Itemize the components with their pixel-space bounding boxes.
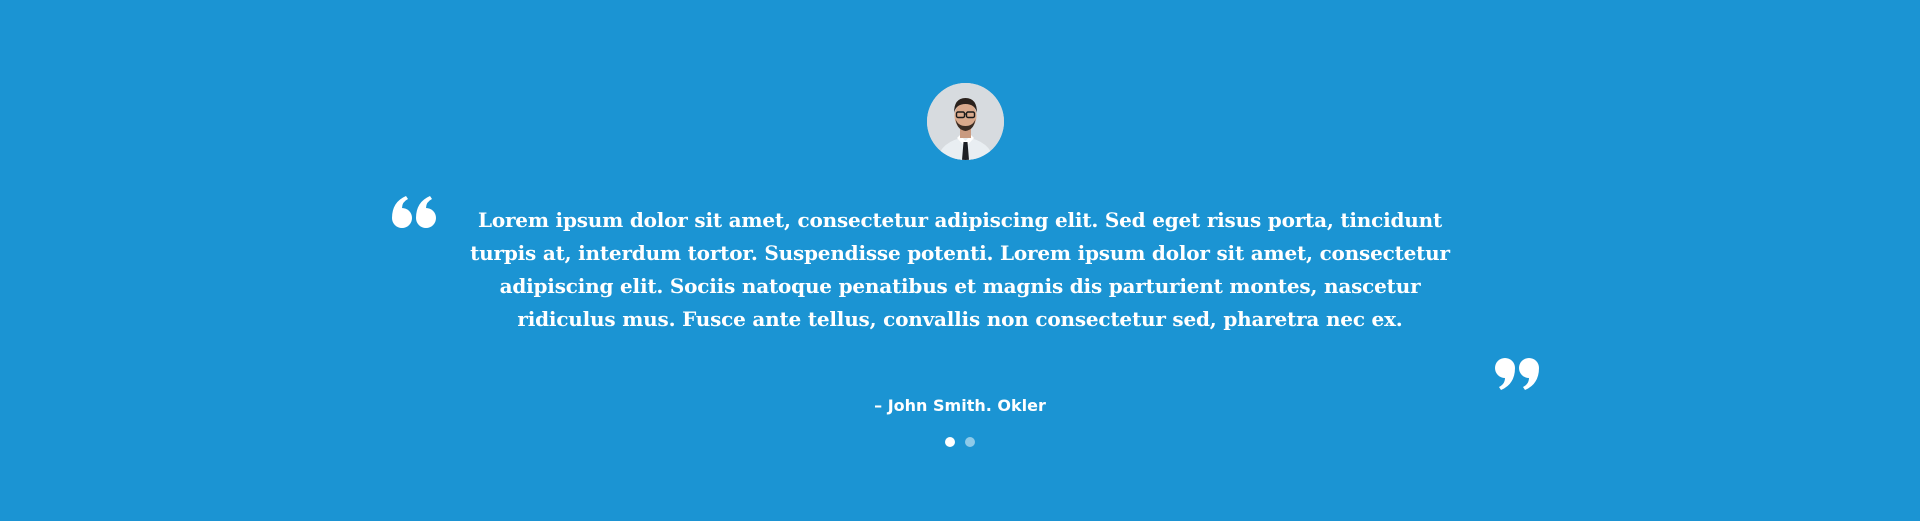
carousel-dot-2[interactable] — [965, 437, 975, 447]
carousel-pagination — [0, 437, 1920, 449]
testimonial-quote: Lorem ipsum dolor sit amet, consectetur … — [470, 208, 1450, 331]
carousel-dot-1[interactable] — [945, 437, 955, 447]
testimonial-author: – John Smith. Okler — [874, 396, 1046, 415]
left-quote-icon — [390, 196, 436, 230]
right-quote-icon — [1495, 356, 1541, 390]
author-avatar — [927, 83, 1004, 160]
testimonial-section: Lorem ipsum dolor sit amet, consectetur … — [0, 0, 1920, 521]
